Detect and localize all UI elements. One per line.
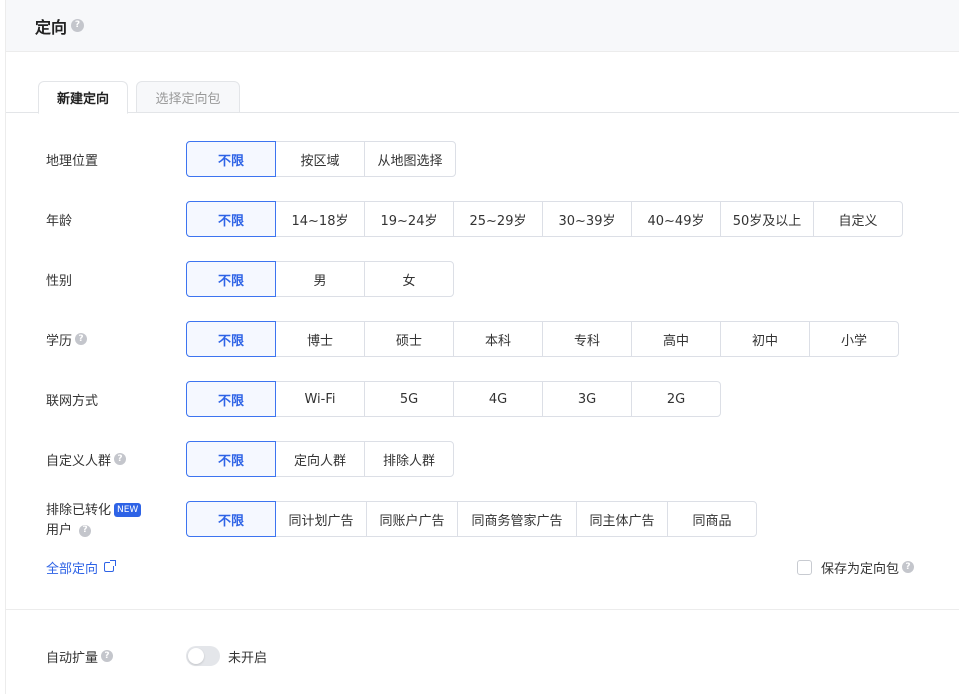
auto-expand-toggle[interactable]	[186, 646, 220, 666]
education-option-primary[interactable]: 小学	[809, 321, 899, 357]
gender-option-female[interactable]: 女	[364, 261, 454, 297]
age-option-custom[interactable]: 自定义	[813, 201, 903, 237]
education-options: 不限 博士 硕士 本科 专科 高中 初中 小学	[186, 321, 899, 357]
custom-audience-options: 不限 定向人群 排除人群	[186, 441, 454, 477]
network-option-wifi[interactable]: Wi-Fi	[275, 381, 365, 417]
custom-audience-option-exclude[interactable]: 排除人群	[364, 441, 454, 477]
row-label-age: 年龄	[46, 213, 73, 229]
row-label-geo: 地理位置	[46, 153, 99, 169]
exclude-option-same-account[interactable]: 同账户广告	[366, 501, 458, 537]
auto-expand-label: 自动扩量 ?	[46, 644, 114, 668]
row-education: 学历 ? 不限 博士 硕士 本科 专科 高中 初中 小学	[6, 321, 959, 357]
education-label-text: 学历	[46, 333, 73, 349]
age-options: 不限 14~18岁 19~24岁 25~29岁 30~39岁 40~49岁 50…	[186, 201, 903, 237]
exclude-option-unlimited[interactable]: 不限	[186, 501, 276, 537]
targeting-footer: 全部定向 保存为定向包 ?	[6, 557, 959, 577]
network-option-2g[interactable]: 2G	[631, 381, 721, 417]
help-icon[interactable]: ?	[71, 19, 85, 32]
age-option-40-49[interactable]: 40~49岁	[631, 201, 721, 237]
education-option-unlimited[interactable]: 不限	[186, 321, 276, 357]
help-icon[interactable]: ?	[101, 650, 114, 662]
education-option-phd[interactable]: 博士	[275, 321, 365, 357]
save-as-package-checkbox[interactable]	[797, 559, 812, 575]
save-as-package-label: 保存为定向包	[821, 561, 900, 577]
auto-expand-label-text: 自动扩量	[46, 650, 99, 666]
network-option-5g[interactable]: 5G	[364, 381, 454, 417]
row-label-network: 联网方式	[46, 393, 99, 409]
section-header: 定向 ?	[6, 0, 959, 52]
education-option-college[interactable]: 专科	[542, 321, 632, 357]
row-label-education: 学历 ?	[46, 321, 88, 357]
targeting-panel: 定向 ? 新建定向 选择定向包 地理位置 不限 按区域 从地图选择 年龄 不限 …	[5, 0, 959, 694]
network-options: 不限 Wi-Fi 5G 4G 3G 2G	[186, 381, 721, 417]
section-title: 定向	[35, 17, 68, 37]
tab-select-package[interactable]: 选择定向包	[136, 81, 240, 113]
row-network: 联网方式 不限 Wi-Fi 5G 4G 3G 2G	[6, 381, 959, 417]
row-label-gender: 性别	[46, 273, 73, 289]
education-option-middleschool[interactable]: 初中	[720, 321, 810, 357]
help-icon[interactable]: ?	[902, 561, 915, 573]
tab-new-targeting[interactable]: 新建定向	[38, 81, 128, 114]
age-option-unlimited[interactable]: 不限	[186, 201, 276, 237]
exclude-option-same-entity[interactable]: 同主体广告	[576, 501, 668, 537]
help-icon[interactable]: ?	[114, 453, 127, 465]
network-option-unlimited[interactable]: 不限	[186, 381, 276, 417]
network-option-4g[interactable]: 4G	[453, 381, 543, 417]
all-targeting-link-text: 全部定向	[46, 561, 99, 577]
age-option-30-39[interactable]: 30~39岁	[542, 201, 632, 237]
custom-audience-option-unlimited[interactable]: 不限	[186, 441, 276, 477]
auto-expand-status: 未开启	[228, 650, 268, 666]
exclude-converted-label-line2: 用户	[46, 523, 73, 538]
gender-options: 不限 男 女	[186, 261, 454, 297]
geo-option-unlimited[interactable]: 不限	[186, 141, 276, 177]
all-targeting-link[interactable]: 全部定向	[46, 557, 117, 577]
toggle-knob	[188, 648, 204, 664]
exclude-option-same-business-manager[interactable]: 同商务管家广告	[457, 501, 577, 537]
age-option-25-29[interactable]: 25~29岁	[453, 201, 543, 237]
custom-audience-option-target[interactable]: 定向人群	[275, 441, 365, 477]
age-option-14-18[interactable]: 14~18岁	[275, 201, 365, 237]
geo-options: 不限 按区域 从地图选择	[186, 141, 456, 177]
custom-audience-label-text: 自定义人群	[46, 453, 112, 469]
help-icon[interactable]: ?	[75, 333, 88, 345]
gender-option-male[interactable]: 男	[275, 261, 365, 297]
geo-option-map[interactable]: 从地图选择	[364, 141, 456, 177]
row-label-exclude-converted: 排除已转化 NEW 用户 ?	[46, 501, 142, 541]
help-icon[interactable]: ?	[79, 524, 92, 537]
new-badge: NEW	[114, 503, 142, 517]
row-exclude-converted: 排除已转化 NEW 用户 ? 不限 同计划广告 同账户广告 同商务管家广告 同主体…	[6, 501, 959, 538]
network-option-3g[interactable]: 3G	[542, 381, 632, 417]
exclude-converted-label-line1: 排除已转化	[46, 503, 112, 518]
save-as-package[interactable]: 保存为定向包 ?	[797, 557, 915, 577]
education-option-bachelor[interactable]: 本科	[453, 321, 543, 357]
row-age: 年龄 不限 14~18岁 19~24岁 25~29岁 30~39岁 40~49岁…	[6, 201, 959, 237]
row-gender: 性别 不限 男 女	[6, 261, 959, 297]
exclude-option-same-product[interactable]: 同商品	[667, 501, 757, 537]
gender-option-unlimited[interactable]: 不限	[186, 261, 276, 297]
exclude-option-same-plan[interactable]: 同计划广告	[275, 501, 367, 537]
row-label-custom-audience: 自定义人群 ?	[46, 441, 127, 477]
row-geo: 地理位置 不限 按区域 从地图选择	[6, 141, 959, 177]
age-option-50-plus[interactable]: 50岁及以上	[720, 201, 814, 237]
geo-option-by-region[interactable]: 按区域	[275, 141, 365, 177]
row-auto-expand: 自动扩量 ? 未开启	[6, 644, 959, 668]
age-option-19-24[interactable]: 19~24岁	[364, 201, 454, 237]
education-option-master[interactable]: 硕士	[364, 321, 454, 357]
row-custom-audience: 自定义人群 ? 不限 定向人群 排除人群	[6, 441, 959, 477]
divider	[6, 609, 959, 610]
external-link-icon	[104, 560, 117, 572]
education-option-highschool[interactable]: 高中	[631, 321, 721, 357]
targeting-tabs: 新建定向 选择定向包	[6, 81, 959, 114]
exclude-converted-options: 不限 同计划广告 同账户广告 同商务管家广告 同主体广告 同商品	[186, 501, 757, 537]
